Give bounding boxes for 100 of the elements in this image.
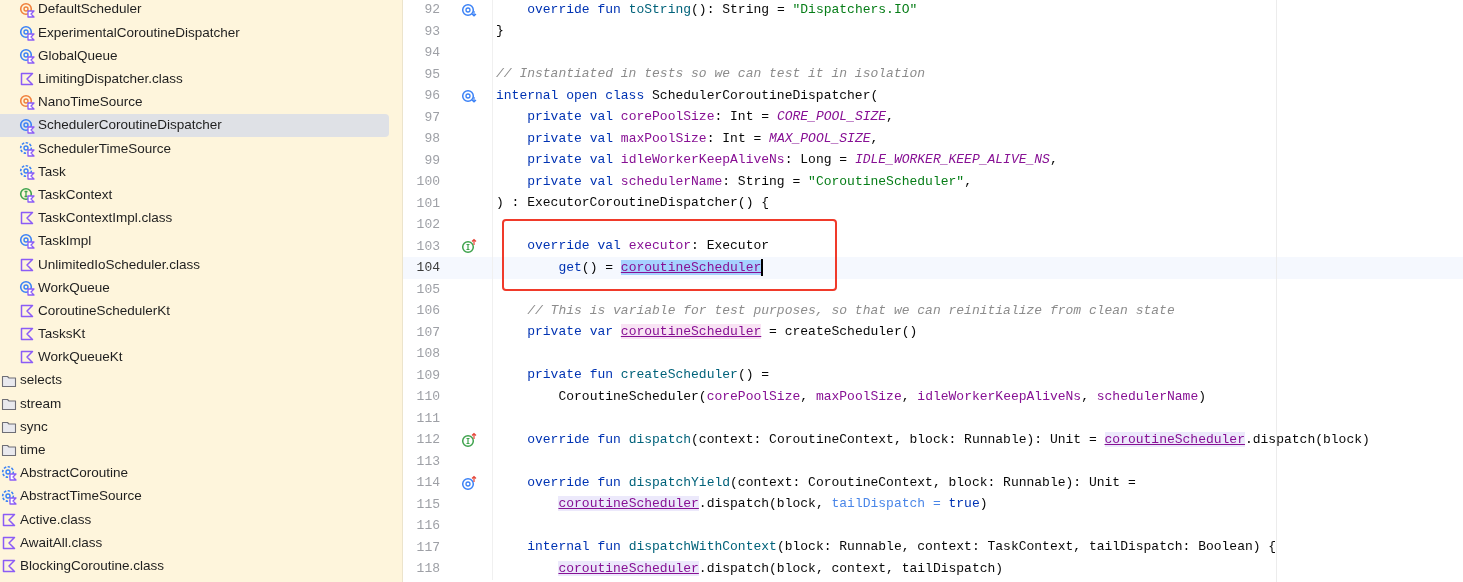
kotlin-file-icon bbox=[19, 256, 35, 273]
line-number: 98 bbox=[423, 130, 440, 148]
code-line: override fun dispatch(context: CoroutineContext, block: Runnable): Unit = coroutineScheduler.dispatch(block) bbox=[526, 430, 1370, 449]
line-number: 106 bbox=[415, 302, 440, 320]
kotlin-file-icon bbox=[1, 534, 17, 551]
line-number: 99 bbox=[423, 151, 440, 170]
object-icon bbox=[19, 1, 35, 18]
class-icon bbox=[19, 233, 35, 250]
implements-icon[interactable] bbox=[461, 431, 477, 448]
tree-item[interactable]: TaskContextImpl.class bbox=[38, 208, 173, 229]
line-number: 112 bbox=[415, 431, 440, 449]
kotlin-file-icon bbox=[19, 349, 35, 366]
tree-item[interactable]: time bbox=[20, 440, 46, 461]
tree-item[interactable]: LimitingDispatcher.class bbox=[38, 69, 183, 90]
code-line: private val schedulerName: String = "CoroutineScheduler", bbox=[526, 172, 972, 191]
interface-icon bbox=[19, 187, 35, 204]
tree-item[interactable]: NanoTimeSource bbox=[38, 92, 143, 113]
line-number: 104 bbox=[415, 259, 440, 277]
code-line: } bbox=[496, 22, 504, 41]
tree-item[interactable]: Task bbox=[38, 161, 66, 183]
line-number: 97 bbox=[423, 108, 440, 127]
implements-icon[interactable] bbox=[461, 238, 477, 255]
kotlin-file-icon bbox=[1, 558, 17, 575]
tree-item-label: SchedulerCoroutineDispatcher bbox=[38, 116, 222, 135]
line-number: 117 bbox=[415, 538, 440, 557]
code-line: coroutineScheduler.dispatch(block, context, tailDispatch) bbox=[557, 559, 1004, 578]
tree-item[interactable]: Active.class bbox=[20, 509, 92, 530]
line-number: 100 bbox=[415, 173, 440, 191]
line-number: 102 bbox=[415, 216, 440, 234]
tree-item[interactable]: SchedulerCoroutineDispatcher bbox=[0, 114, 389, 138]
line-number: 114 bbox=[415, 474, 440, 492]
line-number: 96 bbox=[423, 87, 440, 105]
line-number: 116 bbox=[415, 517, 440, 535]
line-number: 111 bbox=[415, 409, 440, 428]
line-number: 109 bbox=[415, 366, 440, 385]
class-icon bbox=[19, 24, 35, 41]
kotlin-file-icon bbox=[1, 511, 17, 528]
code-line: private val corePoolSize: Int = CORE_POOL_SIZE, bbox=[526, 108, 894, 127]
abstract-class-icon bbox=[1, 465, 17, 482]
code-line: internal open class SchedulerCoroutineDispatcher( bbox=[496, 86, 879, 105]
code-line: get() = coroutineScheduler bbox=[557, 257, 764, 278]
overridden-icon[interactable] bbox=[461, 1, 477, 18]
line-number: 93 bbox=[423, 22, 440, 41]
line-number: 107 bbox=[415, 323, 440, 342]
kotlin-file-icon bbox=[19, 71, 35, 88]
tree-item[interactable]: WorkQueueKt bbox=[38, 347, 123, 368]
abstract-class-icon bbox=[1, 488, 17, 505]
line-number: 95 bbox=[423, 65, 440, 84]
code-line: private var coroutineScheduler = createScheduler() bbox=[526, 323, 918, 342]
tree-item[interactable]: TaskImpl bbox=[38, 231, 92, 252]
tree-item[interactable]: ExperimentalCoroutineDispatcher bbox=[38, 22, 240, 43]
kotlin-file-icon bbox=[19, 303, 35, 320]
code-line: // Instantiated in tests so we can test it in isolation bbox=[496, 65, 926, 84]
class-icon bbox=[19, 47, 35, 64]
code-line: private val idleWorkerKeepAliveNs: Long = IDLE_WORKER_KEEP_ALIVE_NS, bbox=[526, 151, 1058, 170]
tree-item[interactable]: BlockingCoroutine.class bbox=[20, 555, 165, 577]
tree-item[interactable]: AbstractTimeSource bbox=[20, 486, 142, 507]
tree-item[interactable]: TaskContext bbox=[38, 184, 113, 206]
tree-item[interactable]: CoroutineSchedulerKt bbox=[38, 300, 171, 322]
class-icon bbox=[19, 117, 35, 134]
code-line: override fun dispatchYield(context: CoroutineContext, block: Runnable): Unit = bbox=[526, 473, 1136, 492]
line-number: 105 bbox=[415, 280, 440, 299]
line-number: 101 bbox=[415, 194, 440, 213]
code-line: CoroutineScheduler(corePoolSize, maxPoolSize, idleWorkerKeepAliveNs, schedulerName) bbox=[557, 387, 1206, 406]
line-number: 103 bbox=[415, 237, 440, 256]
folder-icon bbox=[1, 442, 17, 459]
tree-item[interactable]: selects bbox=[20, 370, 63, 391]
line-number: 113 bbox=[415, 452, 440, 471]
overrides-icon[interactable] bbox=[461, 474, 477, 491]
class-icon bbox=[19, 279, 35, 296]
abstract-class-icon bbox=[19, 163, 35, 180]
tree-item[interactable]: AwaitAll.class bbox=[20, 532, 103, 554]
line-number: 108 bbox=[415, 345, 440, 363]
code-line: private fun createScheduler() = bbox=[526, 366, 770, 385]
object-icon bbox=[19, 94, 35, 111]
kotlin-file-icon bbox=[19, 210, 35, 227]
line-number: 92 bbox=[423, 1, 440, 19]
tree-item[interactable]: SchedulerTimeSource bbox=[38, 138, 172, 159]
code-line: override fun toString(): String = "Dispatchers.IO" bbox=[526, 0, 918, 19]
tree-item[interactable]: TasksKt bbox=[38, 324, 86, 345]
tree-item[interactable]: AbstractCoroutine bbox=[20, 463, 129, 484]
code-line: override val executor: Executor bbox=[526, 237, 770, 256]
tree-item[interactable]: GlobalQueue bbox=[38, 45, 118, 67]
tree-item[interactable]: stream bbox=[20, 393, 62, 414]
tree-item[interactable]: sync bbox=[20, 416, 48, 438]
line-number: 115 bbox=[415, 495, 440, 514]
line-number: 118 bbox=[415, 560, 440, 578]
overridden-icon[interactable] bbox=[461, 87, 477, 104]
tree-item[interactable]: DefaultScheduler bbox=[38, 0, 142, 20]
code-line: ) : ExecutorCoroutineDispatcher() { bbox=[496, 194, 770, 213]
code-line: private val maxPoolSize: Int = MAX_POOL_SIZE, bbox=[526, 129, 879, 148]
code-line: coroutineScheduler.dispatch(block, tailDispatch = true) bbox=[557, 495, 988, 514]
line-number: 94 bbox=[423, 44, 440, 62]
line-number: 110 bbox=[415, 388, 440, 406]
code-line: internal fun dispatchWithContext(block: Runnable, context: TaskContext, tailDispatch: Boolean) { bbox=[526, 538, 1277, 557]
tree-item[interactable]: UnlimitedIoScheduler.class bbox=[38, 254, 201, 275]
abstract-class-icon bbox=[19, 140, 35, 157]
tree-item[interactable]: WorkQueue bbox=[38, 277, 110, 298]
kotlin-file-icon bbox=[19, 326, 35, 343]
code-line: // This is variable for test purposes, so that we can reinitialize from clean state bbox=[526, 301, 1175, 320]
